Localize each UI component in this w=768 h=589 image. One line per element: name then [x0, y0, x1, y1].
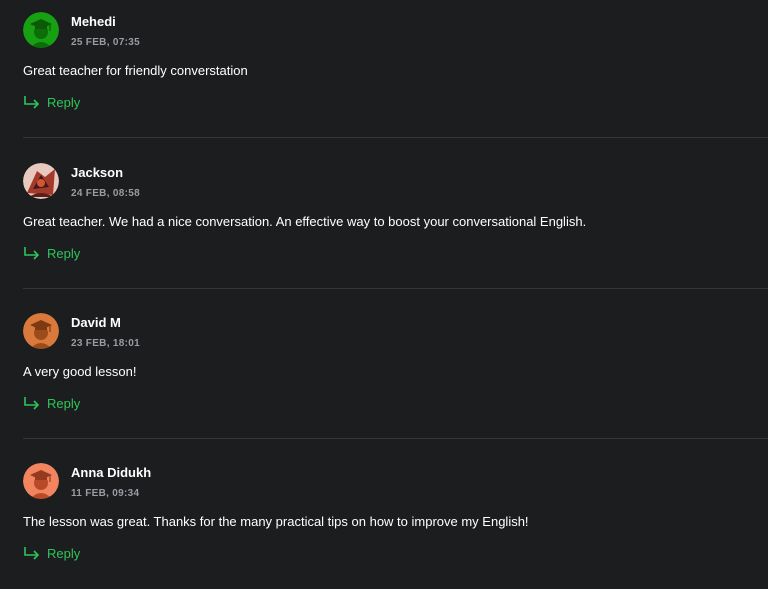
- review-date: 11 FEB, 09:34: [71, 488, 140, 499]
- review-text: A very good lesson!: [23, 364, 137, 379]
- review-text: Great teacher. We had a nice conversatio…: [23, 214, 587, 229]
- reply-button[interactable]: Reply: [23, 93, 80, 111]
- graduation-cap-icon: [23, 463, 59, 499]
- graduation-cap-icon: [23, 12, 59, 48]
- avatar[interactable]: [23, 12, 59, 48]
- review-date: 25 FEB, 07:35: [71, 37, 140, 48]
- divider: [23, 288, 768, 289]
- review-author: Anna Didukh: [71, 465, 152, 480]
- graduation-cap-icon: [23, 313, 59, 349]
- avatar[interactable]: [23, 163, 59, 199]
- reply-arrow-icon: [24, 247, 40, 260]
- review-author: Jackson: [71, 165, 124, 180]
- review-date: 23 FEB, 18:01: [71, 338, 140, 349]
- review-item: Anna Didukh 11 FEB, 09:34 The lesson was…: [0, 451, 768, 589]
- reply-button[interactable]: Reply: [23, 244, 80, 262]
- reply-arrow-icon: [24, 547, 40, 560]
- review-date: 24 FEB, 08:58: [71, 188, 140, 199]
- review-list: Mehedi 25 FEB, 07:35 Great teacher for f…: [0, 0, 768, 589]
- review-text: The lesson was great. Thanks for the man…: [23, 514, 529, 529]
- review-text: Great teacher for friendly converstation: [23, 63, 248, 78]
- divider: [23, 137, 768, 138]
- reply-button[interactable]: Reply: [23, 394, 80, 412]
- reply-label: Reply: [47, 94, 81, 110]
- review-author: David M: [71, 315, 121, 330]
- divider: [23, 438, 768, 439]
- reply-label: Reply: [47, 245, 81, 261]
- reply-arrow-icon: [24, 96, 40, 109]
- review-item: David M 23 FEB, 18:01 A very good lesson…: [0, 301, 768, 451]
- review-author: Mehedi: [71, 14, 116, 29]
- reply-button[interactable]: Reply: [23, 544, 80, 562]
- avatar[interactable]: [23, 463, 59, 499]
- review-item: Jackson 24 FEB, 08:58 Great teacher. We …: [0, 151, 768, 301]
- reply-label: Reply: [47, 545, 81, 561]
- review-item: Mehedi 25 FEB, 07:35 Great teacher for f…: [0, 0, 768, 150]
- reply-arrow-icon: [24, 397, 40, 410]
- reply-label: Reply: [47, 395, 81, 411]
- user-photo-avatar: [23, 163, 59, 199]
- avatar[interactable]: [23, 313, 59, 349]
